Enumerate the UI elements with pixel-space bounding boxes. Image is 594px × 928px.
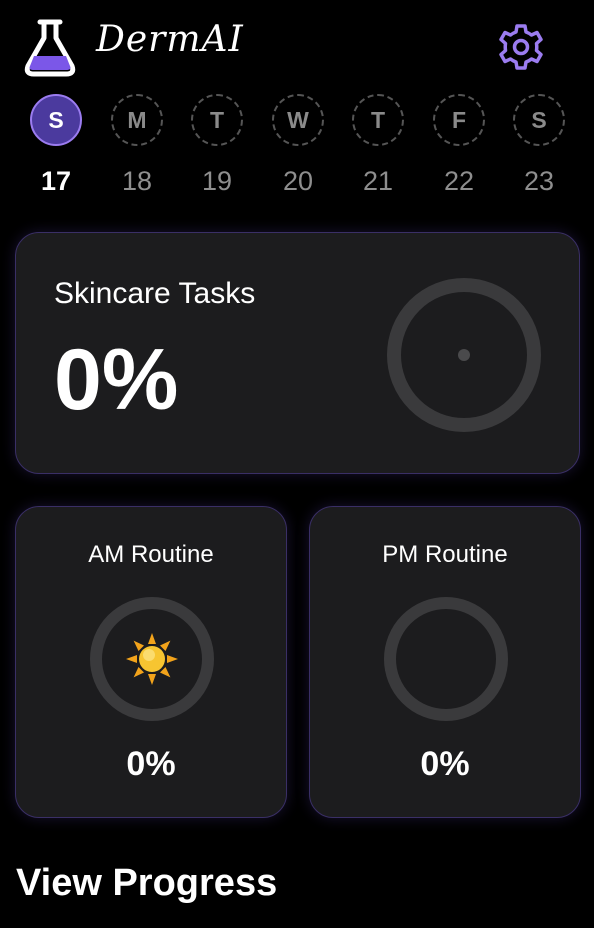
week-selector: S 17 M 18 T 19 W 20 T 21 F 22 S 23 (0, 94, 594, 204)
day-number: 20 (282, 166, 314, 196)
tasks-percent: 0% (54, 332, 179, 428)
pm-routine-title: PM Routine (382, 541, 508, 568)
day-number: 21 (362, 166, 394, 196)
app-title: DermAI (96, 19, 244, 60)
day-sunday-17[interactable]: S 17 (28, 94, 88, 204)
day-letter: S (30, 94, 82, 146)
day-number: 19 (201, 166, 233, 196)
day-letter: F (433, 94, 485, 146)
day-letter: T (191, 94, 243, 146)
day-thursday-21[interactable]: T 21 (350, 94, 410, 204)
day-number: 23 (523, 166, 555, 196)
am-routine-percent: 0% (126, 745, 176, 783)
settings-button[interactable] (496, 22, 546, 72)
moon-icon (429, 637, 464, 681)
pm-routine-card[interactable]: PM Routine 0% (309, 506, 581, 818)
day-number: 17 (40, 166, 72, 196)
am-routine-card[interactable]: AM Routine 0% (15, 506, 287, 818)
view-progress-heading[interactable]: View Progress (16, 864, 277, 902)
day-number: 18 (121, 166, 153, 196)
app-header: DermAI (0, 0, 594, 90)
day-wednesday-20[interactable]: W 20 (270, 94, 330, 204)
tasks-progress-ring (387, 278, 541, 432)
day-letter: M (111, 94, 163, 146)
day-friday-22[interactable]: F 22 (431, 94, 491, 204)
day-saturday-23[interactable]: S 23 (511, 94, 571, 204)
day-letter: S (513, 94, 565, 146)
skincare-tasks-card[interactable]: Skincare Tasks 0% (15, 232, 580, 474)
day-monday-18[interactable]: M 18 (109, 94, 169, 204)
gear-icon (499, 24, 543, 70)
day-letter: T (352, 94, 404, 146)
pm-routine-percent: 0% (420, 745, 470, 783)
flask-icon (24, 19, 76, 77)
sun-icon (126, 633, 178, 685)
tasks-title: Skincare Tasks (54, 277, 256, 310)
day-tuesday-19[interactable]: T 19 (189, 94, 249, 204)
am-routine-title: AM Routine (88, 541, 214, 568)
day-number: 22 (443, 166, 475, 196)
day-letter: W (272, 94, 324, 146)
